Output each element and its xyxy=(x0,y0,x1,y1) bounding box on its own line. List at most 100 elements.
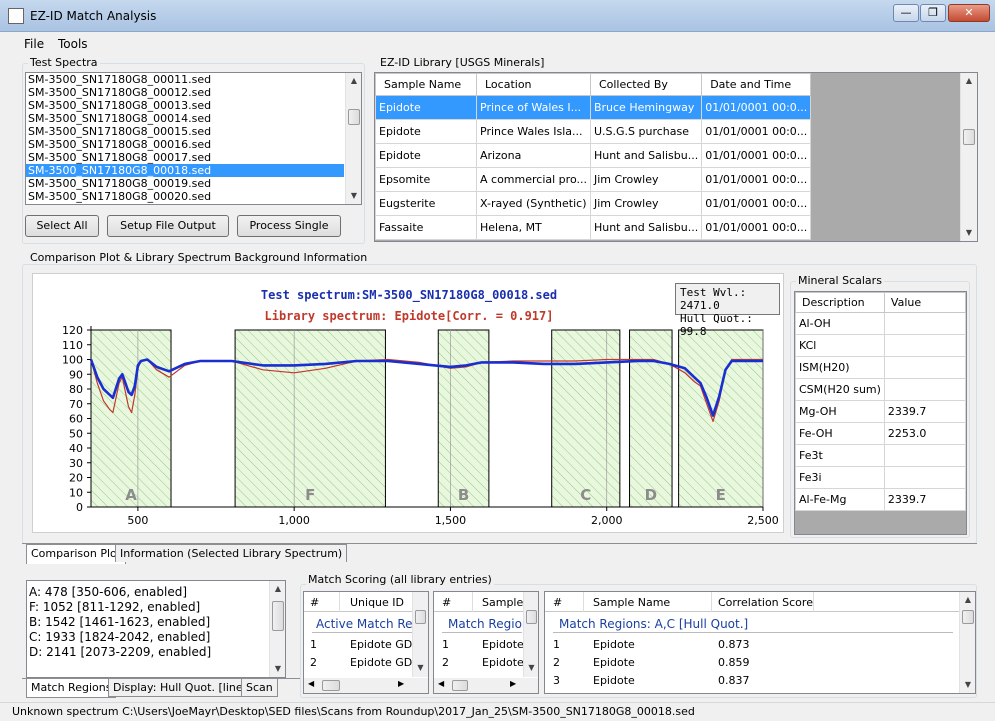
library-cell[interactable]: Epsomite xyxy=(375,167,477,192)
library-cell[interactable]: Prince of Wales I... xyxy=(476,95,591,120)
grid3-row-sample[interactable]: Epidote xyxy=(593,674,635,687)
scalar-row[interactable]: ISM(H20) xyxy=(795,356,967,379)
library-cell[interactable]: Arizona xyxy=(476,143,591,168)
tab-information[interactable]: Information (Selected Library Spectrum) xyxy=(115,544,348,562)
tab-match-regions[interactable]: Match Regions xyxy=(26,679,117,698)
test-spectrum-item[interactable]: SM-3500_SN17180G8_00014.sed xyxy=(26,112,344,125)
grid1-row-uid[interactable]: Epidote GDS xyxy=(350,638,419,651)
setup-file-output-button[interactable]: Setup File Output xyxy=(107,215,229,237)
grid1-vscroll[interactable]: ▼ xyxy=(412,592,428,677)
library-cell[interactable]: 01/01/0001 00:0... xyxy=(701,191,812,216)
tab-scan[interactable]: Scan xyxy=(241,679,278,697)
scroll-up-arrow[interactable]: ▲ xyxy=(960,592,975,608)
match-region-item[interactable]: D: 2141 [2073-2209, enabled] xyxy=(29,645,269,660)
menu-tools[interactable]: Tools xyxy=(58,37,88,51)
tab-display-hull-quot[interactable]: Display: Hull Quot. [linear] xyxy=(108,679,264,697)
library-cell[interactable]: X-rayed (Synthetic) xyxy=(476,191,591,216)
scroll-thumb[interactable] xyxy=(272,601,284,631)
scalar-row[interactable]: CSM(H20 sum) xyxy=(795,378,967,401)
scroll-down-arrow[interactable]: ▼ xyxy=(270,661,285,677)
library-cell[interactable]: Epidote xyxy=(375,95,477,120)
scroll-thumb[interactable] xyxy=(415,610,426,624)
test-spectrum-item[interactable]: SM-3500_SN17180G8_00012.sed xyxy=(26,86,344,99)
grid3-vscroll[interactable]: ▲ ▼ xyxy=(959,592,975,693)
match-regions-list[interactable]: A: 478 [350-606, enabled] F: 1052 [811-12… xyxy=(26,580,286,678)
grid1-row-uid[interactable]: Epidote GDS xyxy=(350,656,419,669)
comparison-plot[interactable]: A F B C D E 0 10 20 30 40 50 60 70 80 90 100 110 120 500 1,0… xyxy=(32,273,784,533)
scroll-down-arrow[interactable]: ▼ xyxy=(524,660,538,676)
library-cell[interactable]: Helena, MT xyxy=(476,215,591,240)
test-spectrum-item[interactable]: SM-3500_SN17180G8_00017.sed xyxy=(26,151,344,164)
library-cell[interactable]: Prince Wales Isla... xyxy=(476,119,591,144)
scroll-right-arrow[interactable]: ▶ xyxy=(398,679,404,688)
grid1-col-num[interactable]: # xyxy=(310,596,319,609)
grid3-col-correlation[interactable]: Correlation Score xyxy=(718,596,813,609)
scalars-col-header[interactable]: Description xyxy=(795,292,885,313)
unique-id-grid[interactable]: # Unique ID Active Match Reg 1 Epidote G… xyxy=(303,591,429,694)
grid3-col-sample-name[interactable]: Sample Name xyxy=(593,596,670,609)
test-spectra-scrollbar[interactable]: ▲ ▼ xyxy=(345,73,361,204)
match-region-item[interactable]: A: 478 [350-606, enabled] xyxy=(29,585,269,600)
match-region-item[interactable]: B: 1542 [1461-1623, enabled] xyxy=(29,615,269,630)
grid3-row-sample[interactable]: Epidote xyxy=(593,638,635,651)
scroll-down-arrow[interactable]: ▼ xyxy=(960,677,975,693)
library-col-header[interactable]: Sample Name xyxy=(375,73,477,96)
scroll-down-arrow[interactable]: ▼ xyxy=(413,660,428,676)
scroll-right-arrow[interactable]: ▶ xyxy=(510,679,516,688)
match-region-item[interactable]: C: 1933 [1824-2042, enabled] xyxy=(29,630,269,645)
grid2-col-sample[interactable]: Sample xyxy=(482,596,523,609)
library-row[interactable]: Fassaite Helena, MT Hunt and Salisbu... 01/… xyxy=(375,215,812,240)
sample-grid[interactable]: # Sample Match Region 1 Epidote 2 Epidot… xyxy=(433,591,539,694)
menu-file[interactable]: File xyxy=(24,37,44,51)
library-scrollbar[interactable]: ▲ ▼ xyxy=(960,73,977,241)
scroll-thumb[interactable] xyxy=(322,680,340,691)
library-cell[interactable]: Jim Crowley xyxy=(589,167,703,192)
correlation-grid[interactable]: # Sample Name Correlation Score Match Re… xyxy=(544,591,976,694)
library-cell[interactable]: Hunt and Salisbu... xyxy=(589,143,703,168)
library-cell[interactable]: Epidote xyxy=(375,119,477,144)
scalar-row[interactable]: Fe3t xyxy=(795,444,967,467)
library-row[interactable]: Epsomite A commercial pro... Jim Crowley 01… xyxy=(375,167,812,192)
scalar-row[interactable]: Al-Fe-Mg 2339.7 xyxy=(795,488,967,511)
scalar-row[interactable]: Fe3i xyxy=(795,466,967,489)
library-cell[interactable]: Hunt and Salisbu... xyxy=(589,215,703,240)
library-col-header[interactable]: Collected By xyxy=(589,73,703,96)
grid2-row-sample[interactable]: Epidote xyxy=(482,656,524,669)
scroll-thumb[interactable] xyxy=(526,610,537,624)
scroll-thumb[interactable] xyxy=(963,129,975,145)
scroll-up-arrow[interactable]: ▲ xyxy=(270,581,285,597)
library-cell[interactable]: U.S.G.S purchase xyxy=(589,119,703,144)
library-cell[interactable]: 01/01/0001 00:0... xyxy=(701,95,812,120)
test-spectrum-item[interactable]: SM-3500_SN17180G8_00016.sed xyxy=(26,138,344,151)
library-cell[interactable]: Jim Crowley xyxy=(589,191,703,216)
library-cell[interactable]: A commercial pro... xyxy=(476,167,591,192)
scroll-left-arrow[interactable]: ◀ xyxy=(308,679,314,688)
scalar-row[interactable]: Mg-OH 2339.7 xyxy=(795,400,967,423)
select-all-button[interactable]: Select All xyxy=(25,215,99,237)
scalar-row[interactable]: KCl xyxy=(795,334,967,357)
scalars-col-header[interactable]: Value xyxy=(883,292,967,313)
scroll-thumb[interactable] xyxy=(452,680,468,691)
scroll-thumb[interactable] xyxy=(962,610,974,624)
test-spectrum-item[interactable]: SM-3500_SN17180G8_00011.sed xyxy=(26,73,344,86)
scroll-down-arrow[interactable]: ▼ xyxy=(961,225,977,241)
close-button[interactable]: ✕ xyxy=(948,4,990,22)
match-region-item[interactable]: F: 1052 [811-1292, enabled] xyxy=(29,600,269,615)
scalar-row[interactable]: Al-OH xyxy=(795,312,967,335)
mineral-scalars-grid[interactable]: Description Value Al-OH KCl ISM(H20) CSM(H20… xyxy=(794,291,967,535)
grid2-vscroll[interactable]: ▼ xyxy=(523,592,538,677)
library-cell[interactable]: 01/01/0001 00:0... xyxy=(701,167,812,192)
process-single-button[interactable]: Process Single xyxy=(237,215,341,237)
scroll-thumb[interactable] xyxy=(348,109,360,125)
grid2-hscroll[interactable]: ◀ ▶ xyxy=(434,678,538,693)
library-row[interactable]: Epidote Prince of Wales I... Bruce Hemingw… xyxy=(375,95,812,120)
test-spectrum-item[interactable]: SM-3500_SN17180G8_00015.sed xyxy=(26,125,344,138)
library-cell[interactable]: 01/01/0001 00:0... xyxy=(701,119,812,144)
library-col-header[interactable]: Date and Time xyxy=(701,73,812,96)
minimize-button[interactable]: — xyxy=(893,4,919,22)
library-col-header[interactable]: Location xyxy=(476,73,591,96)
test-spectrum-item[interactable]: SM-3500_SN17180G8_00013.sed xyxy=(26,99,344,112)
grid3-row-sample[interactable]: Epidote xyxy=(593,656,635,669)
test-spectrum-item[interactable]: SM-3500_SN17180G8_00020.sed xyxy=(26,190,344,203)
grid2-col-num[interactable]: # xyxy=(442,596,451,609)
